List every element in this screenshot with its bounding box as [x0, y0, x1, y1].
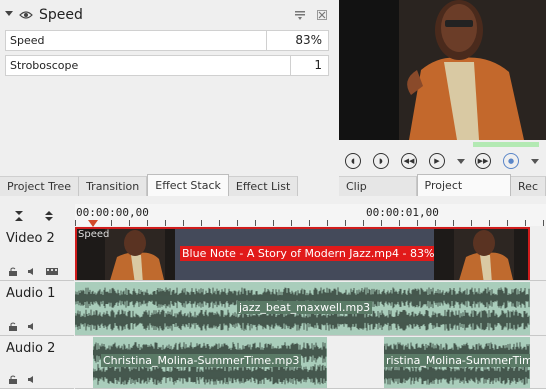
mute-icon[interactable]	[27, 321, 37, 330]
speed-param-row[interactable]: Speed 83%	[5, 30, 329, 51]
track-name: Audio 2	[6, 341, 56, 356]
tab-project-monitor[interactable]: Project Monitor	[416, 174, 512, 213]
stroboscope-param-row[interactable]: Stroboscope 1	[5, 55, 329, 76]
timeline-ruler[interactable]: 00:00:00,00 00:00:01,00	[75, 204, 546, 227]
forward-icon[interactable]: ▶▶	[475, 153, 491, 169]
video-clip-label: Blue Note - A Story of Modern Jazz.mp4 -…	[180, 246, 437, 261]
track-header-audio-1[interactable]: Audio 1	[0, 282, 74, 336]
clip-thumbnail-end	[434, 229, 528, 280]
mute-icon[interactable]	[27, 374, 37, 383]
lock-icon[interactable]	[8, 321, 18, 331]
monitor-video-frame[interactable]	[339, 0, 546, 140]
audio-clip[interactable]: Christina_Molina-SummerTime.mp3	[93, 337, 327, 388]
effect-title: Speed	[39, 7, 83, 23]
zone-out-icon[interactable]: ◗	[373, 153, 389, 169]
track-header-audio-2[interactable]: Audio 2	[0, 337, 74, 389]
stroboscope-param-label: Stroboscope	[10, 59, 79, 72]
timecode-one-second: 00:00:01,00	[366, 206, 439, 219]
audio-clip[interactable]: ristina_Molina-SummerTime.mp3	[384, 337, 530, 388]
tab-clip-monitor[interactable]: Clip Monitor	[339, 176, 417, 212]
mute-icon[interactable]	[27, 266, 37, 275]
fold-icon[interactable]	[5, 10, 15, 20]
ruler-ticks	[75, 220, 546, 226]
eye-icon[interactable]	[19, 10, 33, 20]
close-icon[interactable]	[315, 8, 329, 22]
monitor-controls: ◖ ◗ ◀◀ ▶ ▶▶ ●	[345, 151, 546, 171]
zone-in-icon[interactable]: ◖	[345, 153, 361, 169]
video-clip[interactable]: Speed Blue Note - A Story of Modern Jazz…	[75, 227, 530, 280]
tab-effect-stack[interactable]: Effect Stack	[147, 174, 229, 196]
effect-header: Speed	[5, 4, 329, 26]
collapse-tracks-icon[interactable]	[14, 210, 24, 225]
expand-tracks-icon[interactable]	[44, 210, 54, 225]
track-controls	[8, 266, 58, 276]
lock-icon[interactable]	[8, 374, 18, 384]
timeline-tools	[14, 210, 54, 225]
audio-clip-label: ristina_Molina-SummerTime.mp3	[384, 354, 530, 367]
volume-icon[interactable]: ●	[503, 153, 519, 169]
audio-clip-label: jazz_beat_maxwell.mp3	[237, 301, 373, 314]
track-name: Audio 1	[6, 286, 56, 301]
monitor-tabs: Clip Monitor Project Monitor Rec	[339, 174, 546, 213]
track-area-audio-1: jazz_beat_maxwell.mp3	[75, 282, 546, 336]
tab-record-monitor[interactable]: Rec	[511, 176, 546, 196]
effect-stack-panel: Speed Speed 83% Stroboscope 1	[0, 0, 336, 176]
track-header-video-2[interactable]: Video 2	[0, 227, 74, 281]
track-controls	[8, 374, 37, 384]
speed-effect-badge: Speed	[78, 229, 110, 240]
play-icon[interactable]: ▶	[429, 153, 445, 169]
rewind-icon[interactable]: ◀◀	[401, 153, 417, 169]
stroboscope-param-value[interactable]: 1	[290, 56, 328, 75]
volume-chevron-down-icon[interactable]	[531, 158, 539, 164]
track-area-audio-2: Christina_Molina-SummerTime.mp3 ristina_…	[75, 337, 546, 389]
speed-param-label: Speed	[10, 34, 45, 47]
timeline: 00:00:00,00 00:00:01,00 Video 2 Speed Bl…	[0, 200, 546, 389]
tab-effect-list[interactable]: Effect List	[228, 176, 299, 196]
audio-clip[interactable]: jazz_beat_maxwell.mp3	[75, 282, 530, 335]
zone-bar[interactable]	[473, 142, 539, 147]
track-area-video-2: Speed Blue Note - A Story of Modern Jazz…	[75, 227, 546, 281]
project-monitor: ◖ ◗ ◀◀ ▶ ▶▶ ●	[339, 0, 546, 196]
tab-transition[interactable]: Transition	[79, 176, 148, 196]
dock-menu-icon[interactable]	[293, 8, 307, 22]
thumbnail-icon[interactable]	[46, 266, 58, 275]
lock-icon[interactable]	[8, 266, 18, 276]
play-menu-chevron-down-icon[interactable]	[457, 158, 465, 164]
track-controls	[8, 321, 37, 331]
monitor-frame-image	[339, 0, 546, 140]
tab-project-tree[interactable]: Project Tree	[0, 176, 80, 196]
timecode-start: 00:00:00,00	[76, 206, 149, 219]
left-dock-tabs: Project Tree Transition Effect Stack Eff…	[0, 174, 336, 196]
playhead[interactable]	[88, 220, 98, 227]
audio-clip-label: Christina_Molina-SummerTime.mp3	[101, 354, 302, 367]
speed-param-value[interactable]: 83%	[266, 31, 328, 50]
track-name: Video 2	[6, 231, 55, 246]
